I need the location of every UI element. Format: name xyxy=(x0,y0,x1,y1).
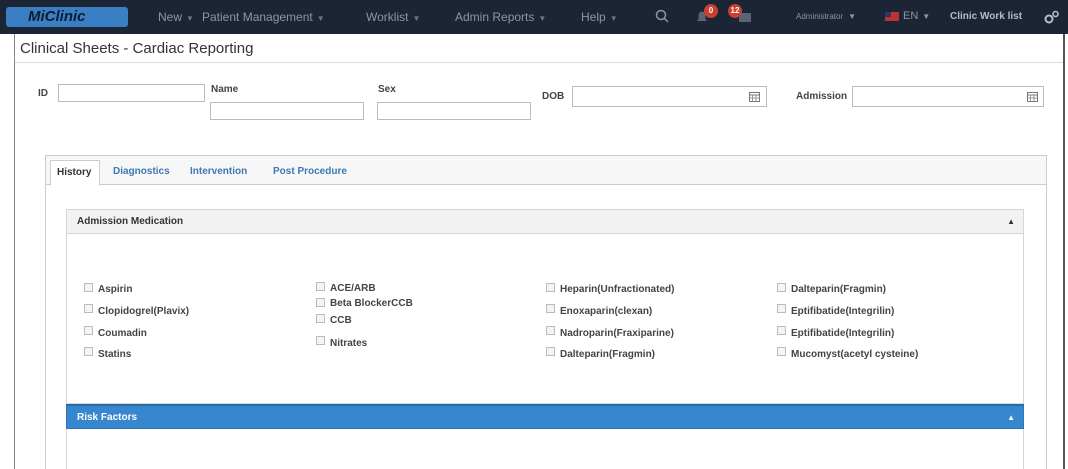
menu-admin-reports[interactable]: Admin Reports ▼ xyxy=(455,10,546,24)
collapse-icon[interactable]: ▲ xyxy=(1007,413,1015,422)
tab-strip: History Diagnostics Intervention Post Pr… xyxy=(46,156,1046,186)
clinical-sheet-tabs: History Diagnostics Intervention Post Pr… xyxy=(45,155,1047,469)
checkbox-eptifibatide[interactable] xyxy=(777,304,786,313)
section-title: Admission Medication xyxy=(77,216,184,227)
calendar-icon[interactable] xyxy=(1027,91,1038,102)
checkbox-clopidogrel[interactable] xyxy=(84,304,93,313)
risk-factors-panel xyxy=(66,429,1024,469)
med-label: Heparin(Unfractionated) xyxy=(560,284,675,295)
med-label: Coumadin xyxy=(98,328,147,339)
med-label: Eptifibatide(Integrilin) xyxy=(791,306,895,317)
chevron-down-icon: ▼ xyxy=(848,12,857,21)
menu-help[interactable]: Help ▼ xyxy=(581,10,618,24)
admission-medication-panel: Aspirin Clopidogrel(Plavix) Coumadin Sta… xyxy=(66,234,1024,404)
checkbox-nadroparin[interactable] xyxy=(546,326,555,335)
chevron-down-icon: ▼ xyxy=(186,14,194,23)
med-label: Beta BlockerCCB xyxy=(330,298,413,309)
menu-new[interactable]: New ▼ xyxy=(158,10,194,24)
med-label: Aspirin xyxy=(98,284,133,295)
checkbox-nitrates[interactable] xyxy=(316,336,325,345)
tab-diagnostics[interactable]: Diagnostics xyxy=(113,166,170,177)
dob-input[interactable] xyxy=(572,86,767,107)
chevron-down-icon: ▼ xyxy=(922,12,931,21)
risk-factors-header[interactable]: Risk Factors ▲ xyxy=(66,404,1024,429)
chevron-down-icon: ▼ xyxy=(609,14,618,23)
checkbox-beta-blocker-ccb[interactable] xyxy=(316,298,325,307)
id-input[interactable] xyxy=(58,84,205,102)
id-label: ID xyxy=(38,88,48,99)
med-label: Dalteparin(Fragmin) xyxy=(560,349,656,360)
checkbox-aspirin[interactable] xyxy=(84,283,93,292)
checkbox-eptifibatide-2[interactable] xyxy=(777,326,786,335)
page-title: Clinical Sheets - Cardiac Reporting xyxy=(20,40,254,57)
checkbox-mucomyst[interactable] xyxy=(777,347,786,356)
checkbox-dalteparin-2[interactable] xyxy=(777,283,786,292)
med-label: ACE/ARB xyxy=(330,283,376,294)
page-border-right xyxy=(1063,34,1065,469)
flag-icon xyxy=(885,12,899,21)
messages-badge: 12 xyxy=(728,4,742,18)
tab-post-procedure[interactable]: Post Procedure xyxy=(273,166,347,177)
med-label: Clopidogrel(Plavix) xyxy=(98,306,190,317)
language-menu[interactable]: EN ▼ xyxy=(903,10,930,22)
med-label: Mucomyst(acetyl cysteine) xyxy=(791,349,919,360)
chevron-down-icon: ▼ xyxy=(316,14,325,23)
checkbox-heparin[interactable] xyxy=(546,283,555,292)
med-label: Eptifibatide(Integrilin) xyxy=(791,328,895,339)
logo-text: MiClinic xyxy=(28,8,86,25)
admission-input[interactable] xyxy=(852,86,1044,107)
collapse-icon[interactable]: ▲ xyxy=(1007,217,1015,226)
chevron-down-icon: ▼ xyxy=(538,14,547,23)
checkbox-coumadin[interactable] xyxy=(84,326,93,335)
clinic-worklist-link[interactable]: Clinic Work list xyxy=(950,11,1022,22)
user-menu[interactable]: Administrator ▼ xyxy=(796,12,856,21)
alerts-badge: 0 xyxy=(704,4,718,18)
tab-intervention[interactable]: Intervention xyxy=(190,166,247,177)
checkbox-ccb[interactable] xyxy=(316,314,325,323)
menu-patient-management[interactable]: Patient Management ▼ xyxy=(202,10,325,24)
checkbox-statins[interactable] xyxy=(84,347,93,356)
section-title: Risk Factors xyxy=(77,412,138,423)
tab-history[interactable]: History xyxy=(50,160,101,186)
sex-label: Sex xyxy=(378,84,396,95)
app-logo[interactable]: MiClinic xyxy=(6,7,128,27)
med-label: Enoxaparin(clexan) xyxy=(560,306,653,317)
menu-worklist[interactable]: Worklist ▼ xyxy=(366,10,420,24)
name-label: Name xyxy=(211,84,239,95)
med-label: Nitrates xyxy=(330,338,368,349)
chevron-down-icon: ▼ xyxy=(412,14,421,23)
page-border-left xyxy=(14,34,15,469)
name-input[interactable] xyxy=(210,102,364,120)
checkbox-ace-arb[interactable] xyxy=(316,282,325,291)
dob-label: DOB xyxy=(542,91,565,102)
med-label: CCB xyxy=(330,315,352,326)
admission-label: Admission xyxy=(796,91,848,102)
checkbox-enoxaparin[interactable] xyxy=(546,304,555,313)
admission-medication-header[interactable]: Admission Medication ▲ xyxy=(66,209,1024,234)
med-label: Dalteparin(Fragmin) xyxy=(791,284,887,295)
cogs-icon[interactable] xyxy=(1044,10,1060,24)
title-divider xyxy=(15,62,1063,63)
top-navbar: MiClinic New ▼ Patient Management ▼ Workli… xyxy=(0,0,1068,34)
search-icon[interactable] xyxy=(654,8,670,24)
checkbox-dalteparin[interactable] xyxy=(546,347,555,356)
calendar-icon[interactable] xyxy=(749,91,760,102)
sex-input[interactable] xyxy=(377,102,531,120)
med-label: Nadroparin(Fraxiparine) xyxy=(560,328,674,339)
med-label: Statins xyxy=(98,349,132,360)
